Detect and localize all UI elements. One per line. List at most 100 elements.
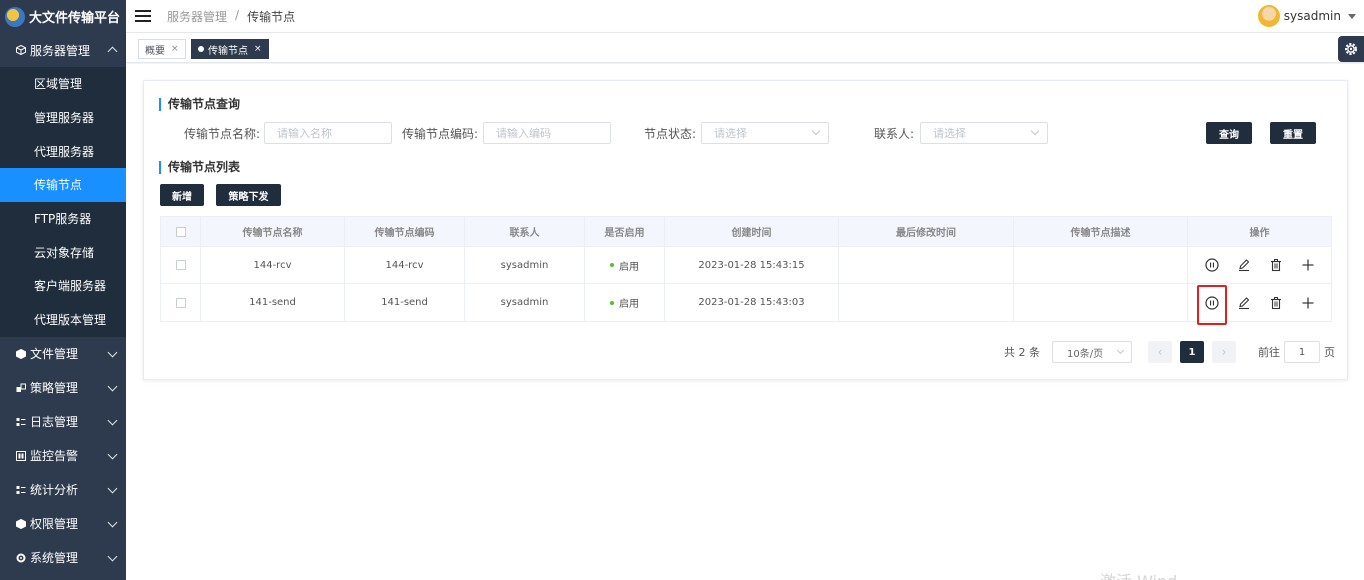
plus-icon[interactable] — [1299, 256, 1317, 274]
query-section-title: 传输节点查询 — [159, 98, 240, 111]
pause-icon[interactable] — [1203, 256, 1221, 274]
user-menu[interactable]: sysadmin — [1257, 5, 1356, 27]
chevron-down-icon — [811, 126, 821, 136]
breadcrumb-parent[interactable]: 服务器管理 — [167, 8, 227, 25]
delete-icon[interactable] — [1267, 294, 1285, 312]
contact-select[interactable]: 请选择 — [920, 122, 1048, 144]
sidebar-group-label: 统计分析 — [30, 483, 79, 497]
edit-icon[interactable] — [1235, 294, 1253, 312]
sidebar-item-client-server[interactable]: 客户端服务器 — [0, 269, 126, 303]
status-select[interactable]: 请选择 — [701, 122, 829, 144]
breadcrumb: 服务器管理 / 传输节点 — [167, 8, 295, 25]
sidebar-item-cloud-storage[interactable]: 云对象存储 — [0, 235, 126, 269]
gear-icon — [1345, 43, 1357, 55]
sidebar-group-stats[interactable]: 统计分析 — [0, 473, 126, 507]
activation-watermark: 激活 Wind — [1100, 568, 1177, 580]
page-number-current[interactable]: 1 — [1180, 341, 1204, 363]
chevron-up-icon — [107, 46, 118, 57]
next-page-button[interactable]: › — [1212, 341, 1236, 363]
sidebar-group-label: 文件管理 — [30, 347, 79, 361]
status-text: 启用 — [619, 261, 639, 273]
reset-button[interactable]: 重置 — [1270, 122, 1316, 144]
column-header: 是否启用 — [585, 217, 665, 246]
monitor-icon — [15, 450, 26, 461]
page-size-value: 10条/页 — [1067, 348, 1104, 360]
status-label: 节点状态: — [644, 127, 697, 141]
close-icon[interactable]: × — [254, 44, 262, 54]
sidebar-group-policy[interactable]: 策略管理 — [0, 371, 126, 405]
sidebar-group-system[interactable]: 系统管理 — [0, 541, 126, 575]
tag-label: 传输节点 — [208, 45, 248, 57]
breadcrumb-separator: / — [235, 7, 240, 22]
prev-page-button[interactable]: ‹ — [1148, 341, 1172, 363]
row-checkbox[interactable] — [175, 297, 186, 308]
sidebar-item-management-server[interactable]: 管理服务器 — [0, 101, 126, 135]
cube-icon — [15, 348, 26, 359]
status-select-placeholder: 请选择 — [714, 127, 747, 140]
table-header-row: 传输节点名称 传输节点编码 联系人 是否启用 创建时间 最后修改时间 传输节点描… — [161, 217, 1331, 247]
status-text: 启用 — [619, 299, 639, 310]
sidebar-group-label: 策略管理 — [30, 381, 79, 395]
table-row: 141-send 141-send sysadmin 启用 2023-01-28… — [161, 284, 1331, 325]
column-header: 最后修改时间 — [839, 217, 1014, 246]
column-header: 传输节点编码 — [345, 217, 465, 246]
caret-down-icon[interactable] — [1348, 13, 1356, 19]
sidebar-item-proxy-version[interactable]: 代理版本管理 — [0, 303, 126, 337]
log-icon — [15, 416, 26, 427]
node-name-cell: 144-rcv — [201, 247, 345, 283]
sidebar-group-label: 监控告警 — [30, 449, 79, 463]
name-label: 传输节点名称: — [184, 127, 261, 141]
contact-label: 联系人: — [874, 127, 915, 141]
node-code-cell: 144-rcv — [345, 247, 465, 283]
sidebar-item-ftp-server[interactable]: FTP服务器 — [0, 202, 126, 236]
modified-time-cell — [839, 247, 1014, 283]
chevron-down-icon — [107, 415, 118, 425]
sidebar-item-transfer-node[interactable]: 传输节点 — [0, 168, 126, 202]
settings-button[interactable] — [1338, 36, 1364, 62]
status-dot-icon — [610, 300, 614, 305]
content-card: 传输节点查询 传输节点名称: 请输入名称 传输节点编码: 请输入编码 节点状态:… — [143, 80, 1348, 380]
pause-icon[interactable] — [1196, 284, 1227, 325]
app-logo: 大文件传输平台 — [0, 0, 126, 33]
hamburger-icon[interactable] — [135, 10, 151, 22]
logo-icon — [5, 6, 25, 27]
policy-dispatch-button[interactable]: 策略下发 — [216, 184, 281, 206]
sidebar-group-log[interactable]: 日志管理 — [0, 405, 126, 439]
avatar[interactable] — [1257, 5, 1280, 27]
goto-page-input[interactable]: 1 — [1284, 341, 1320, 363]
table-row: 144-rcv 144-rcv sysadmin 启用 2023-01-28 1… — [161, 247, 1331, 284]
chevron-down-icon — [107, 449, 118, 459]
edit-icon[interactable] — [1235, 256, 1253, 274]
tag-transfer-node[interactable]: 传输节点 × — [191, 39, 269, 59]
select-all-checkbox[interactable] — [175, 226, 186, 237]
row-checkbox[interactable] — [175, 260, 186, 270]
status-cell: 启用 — [585, 247, 665, 283]
description-cell — [1014, 247, 1188, 283]
name-input[interactable]: 请输入名称 — [264, 122, 392, 144]
cube-icon — [15, 45, 26, 56]
cubes-icon — [15, 382, 26, 393]
plus-icon[interactable] — [1299, 294, 1317, 312]
active-dot-icon — [198, 46, 204, 52]
chevron-down-icon — [1030, 126, 1040, 136]
delete-icon[interactable] — [1267, 256, 1285, 274]
search-button[interactable]: 查询 — [1206, 122, 1252, 144]
column-header: 联系人 — [465, 217, 585, 246]
chevron-down-icon — [107, 517, 118, 527]
page-size-select[interactable]: 10条/页 — [1052, 341, 1132, 363]
chevron-down-icon — [107, 483, 118, 493]
sidebar-group-file[interactable]: 文件管理 — [0, 337, 126, 371]
total-count: 共 2 条 — [1004, 346, 1040, 359]
sidebar-group-permission[interactable]: 权限管理 — [0, 507, 126, 541]
modified-time-cell — [839, 284, 1014, 321]
close-icon[interactable]: × — [171, 44, 179, 54]
sidebar-item-proxy-server[interactable]: 代理服务器 — [0, 134, 126, 168]
code-input[interactable]: 请输入编码 — [483, 122, 611, 144]
tag-overview[interactable]: 概要 × — [138, 39, 186, 59]
add-button[interactable]: 新增 — [160, 184, 204, 206]
sidebar-group-server[interactable]: 服务器管理 — [0, 33, 126, 67]
sidebar-group-monitor[interactable]: 监控告警 — [0, 439, 126, 473]
sidebar-item-region[interactable]: 区域管理 — [0, 67, 126, 101]
username[interactable]: sysadmin — [1284, 9, 1341, 23]
main-content: 传输节点查询 传输节点名称: 请输入名称 传输节点编码: 请输入编码 节点状态:… — [126, 64, 1364, 580]
